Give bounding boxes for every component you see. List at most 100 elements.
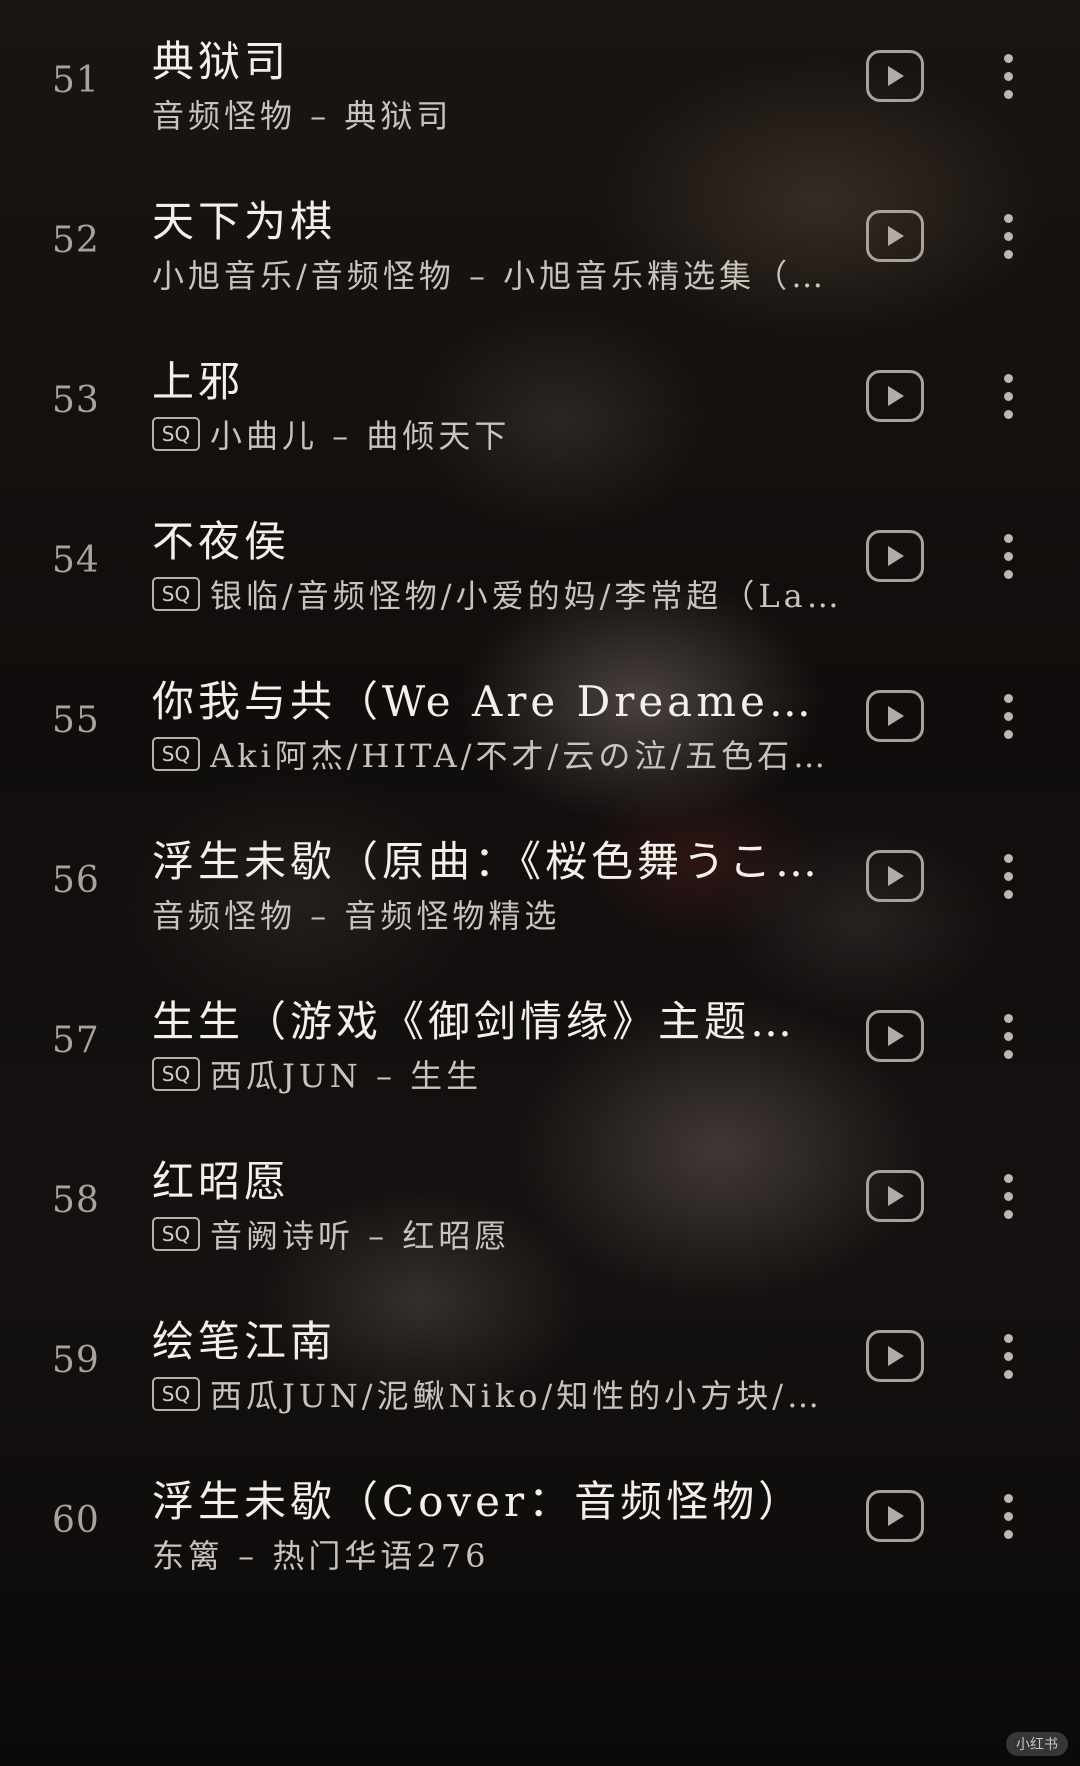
song-row[interactable]: 57 生生（游戏《御剑情缘》主题歌） SQ 西瓜JUN – 生生 [0, 970, 1080, 1150]
song-artist-album: Aki阿杰/HITA/不才/云の泣/五色石… [210, 737, 830, 775]
song-subtitle-line: SQ Aki阿杰/HITA/不才/云の泣/五色石… [152, 732, 842, 776]
play-icon [888, 1186, 904, 1206]
play-mv-button[interactable] [866, 210, 924, 262]
more-options-button[interactable] [998, 854, 1018, 904]
play-mv-button[interactable] [866, 1490, 924, 1542]
song-subtitle-line: SQ 西瓜JUN/泥鳅Niko/知性的小方块/叶… [152, 1372, 842, 1416]
song-list-screen: 51 典狱司音频怪物 – 典狱司 52 天下为棋小旭音乐/音频怪物 – 小旭音乐精选集… [0, 0, 1080, 1766]
more-vertical-icon-dot [1004, 872, 1013, 881]
song-index: 55 [52, 700, 100, 741]
play-mv-button[interactable] [866, 690, 924, 742]
song-title: 红昭愿 [152, 1157, 291, 1206]
song-title: 天下为棋 [152, 197, 337, 246]
song-subtitle-line: SQ 小曲儿 – 曲倾天下 [152, 412, 842, 456]
song-title: 上邪 [152, 357, 245, 406]
watermark: 小红书 [1006, 1732, 1068, 1756]
play-icon [888, 66, 904, 86]
more-vertical-icon-dot [1004, 1370, 1013, 1379]
song-artist-album: 东篱 – 热门华语276 [152, 1537, 490, 1575]
song-title: 你我与共（We Are Dreamers） [152, 677, 832, 726]
sq-quality-badge: SQ [152, 737, 200, 771]
song-index: 57 [52, 1020, 100, 1061]
play-mv-button[interactable] [866, 850, 924, 902]
more-vertical-icon-dot [1004, 694, 1013, 703]
song-index: 53 [52, 380, 100, 421]
more-vertical-icon-dot [1004, 1032, 1013, 1041]
play-icon [888, 1506, 904, 1526]
song-row[interactable]: 56 浮生未歇（原曲：《桜色舞うこ… 音频怪物 – 音频怪物精选 [0, 810, 1080, 990]
more-vertical-icon-dot [1004, 730, 1013, 739]
more-options-button[interactable] [998, 54, 1018, 104]
more-vertical-icon-dot [1004, 534, 1013, 543]
more-vertical-icon-dot [1004, 1494, 1013, 1503]
more-vertical-icon-dot [1004, 250, 1013, 259]
more-vertical-icon-dot [1004, 232, 1013, 241]
song-artist-album: 小曲儿 – 曲倾天下 [210, 417, 511, 455]
song-subtitle-line: 音频怪物 – 典狱司 [152, 92, 842, 136]
song-row[interactable]: 51 典狱司音频怪物 – 典狱司 [0, 10, 1080, 190]
song-index: 58 [52, 1180, 100, 1221]
more-vertical-icon-dot [1004, 1174, 1013, 1183]
more-options-button[interactable] [998, 1334, 1018, 1384]
more-vertical-icon-dot [1004, 552, 1013, 561]
play-mv-button[interactable] [866, 50, 924, 102]
more-vertical-icon-dot [1004, 1192, 1013, 1201]
more-vertical-icon-dot [1004, 1050, 1013, 1059]
more-vertical-icon-dot [1004, 1334, 1013, 1343]
more-vertical-icon-dot [1004, 1530, 1013, 1539]
song-row[interactable]: 58 红昭愿 SQ 音阙诗听 – 红昭愿 [0, 1130, 1080, 1310]
sq-quality-badge: SQ [152, 1377, 200, 1411]
more-vertical-icon-dot [1004, 1014, 1013, 1023]
sq-quality-badge: SQ [152, 1217, 200, 1251]
more-options-button[interactable] [998, 694, 1018, 744]
more-vertical-icon-dot [1004, 1210, 1013, 1219]
sq-quality-badge: SQ [152, 577, 200, 611]
sq-quality-badge: SQ [152, 1057, 200, 1091]
sq-quality-badge: SQ [152, 417, 200, 451]
song-index: 60 [52, 1500, 100, 1541]
more-vertical-icon-dot [1004, 374, 1013, 383]
song-row[interactable]: 59 绘笔江南 SQ 西瓜JUN/泥鳅Niko/知性的小方块/叶… [0, 1290, 1080, 1470]
more-options-button[interactable] [998, 1014, 1018, 1064]
play-icon [888, 386, 904, 406]
song-title: 典狱司 [152, 37, 291, 86]
more-options-button[interactable] [998, 1174, 1018, 1224]
song-index: 59 [52, 1340, 100, 1381]
more-vertical-icon-dot [1004, 570, 1013, 579]
more-vertical-icon-dot [1004, 90, 1013, 99]
play-icon [888, 546, 904, 566]
more-vertical-icon-dot [1004, 72, 1013, 81]
song-row[interactable]: 54 不夜侯 SQ 银临/音频怪物/小爱的妈/李常超（La… [0, 490, 1080, 670]
play-mv-button[interactable] [866, 1010, 924, 1062]
play-mv-button[interactable] [866, 530, 924, 582]
song-title: 生生（游戏《御剑情缘》主题歌） [152, 997, 832, 1046]
more-vertical-icon-dot [1004, 410, 1013, 419]
song-artist-album: 音频怪物 – 音频怪物精选 [152, 897, 561, 935]
song-artist-album: 银临/音频怪物/小爱的妈/李常超（La… [210, 577, 842, 615]
song-title: 浮生未歇（Cover：音频怪物） [152, 1477, 805, 1526]
song-index: 56 [52, 860, 100, 901]
song-index: 52 [52, 220, 100, 261]
more-options-button[interactable] [998, 1494, 1018, 1544]
song-index: 51 [52, 60, 100, 101]
play-mv-button[interactable] [866, 1330, 924, 1382]
play-mv-button[interactable] [866, 1170, 924, 1222]
play-icon [888, 226, 904, 246]
song-row[interactable]: 60 浮生未歇（Cover：音频怪物） 东篱 – 热门华语276 [0, 1450, 1080, 1630]
song-index: 54 [52, 540, 100, 581]
song-row[interactable]: 52 天下为棋小旭音乐/音频怪物 – 小旭音乐精选集（… [0, 170, 1080, 350]
play-mv-button[interactable] [866, 370, 924, 422]
more-vertical-icon-dot [1004, 890, 1013, 899]
more-options-button[interactable] [998, 374, 1018, 424]
more-options-button[interactable] [998, 534, 1018, 584]
song-row[interactable]: 53 上邪 SQ 小曲儿 – 曲倾天下 [0, 330, 1080, 510]
song-artist-album: 音频怪物 – 典狱司 [152, 97, 453, 135]
more-options-button[interactable] [998, 214, 1018, 264]
song-subtitle-line: 东篱 – 热门华语276 [152, 1532, 842, 1576]
more-vertical-icon-dot [1004, 854, 1013, 863]
play-icon [888, 1026, 904, 1046]
song-subtitle-line: 小旭音乐/音频怪物 – 小旭音乐精选集（… [152, 252, 842, 296]
more-vertical-icon-dot [1004, 392, 1013, 401]
song-row[interactable]: 55 你我与共（We Are Dreamers） SQ Aki阿杰/HITA/不才/云… [0, 650, 1080, 830]
more-vertical-icon-dot [1004, 214, 1013, 223]
